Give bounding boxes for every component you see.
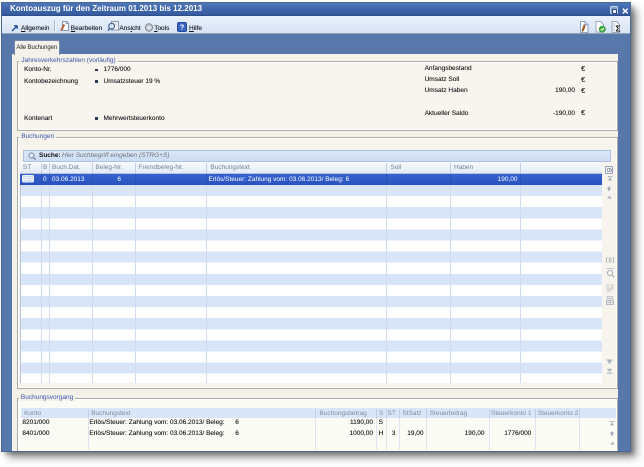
svg-text:?: ? — [179, 22, 184, 31]
svg-text:Σ: Σ — [615, 24, 620, 34]
